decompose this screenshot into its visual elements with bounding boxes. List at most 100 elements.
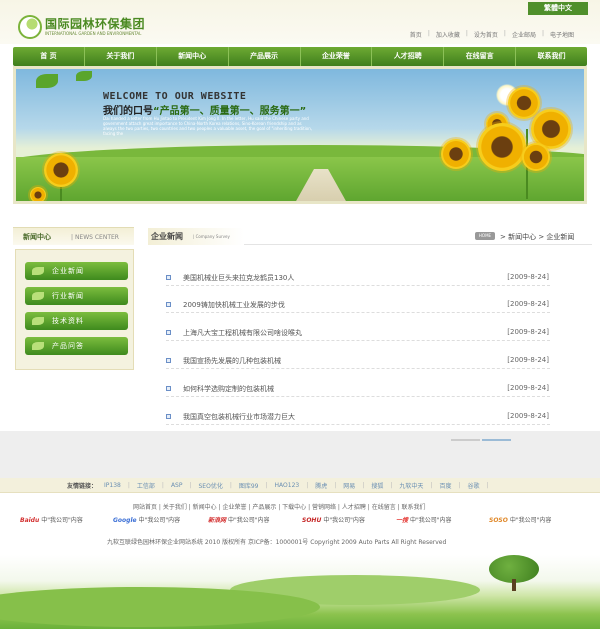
logo-title[interactable]: 国际园林环保集团: [45, 15, 145, 32]
friend-link[interactable]: HAO123: [275, 482, 300, 489]
list-item[interactable]: 上海凡大宝工程机械有限公司啥设喉丸 [2009-8-24]: [166, 323, 550, 341]
friend-link[interactable]: 九软中天: [399, 481, 423, 490]
pager-decoration: [451, 439, 511, 441]
bullet-icon: [166, 386, 171, 391]
divider: |: [486, 481, 489, 489]
nav-honors[interactable]: 企业荣誉: [301, 47, 373, 66]
news-title[interactable]: 我国宣扬先发展的几种包装机械: [183, 356, 281, 366]
partner-text: 中"我公司"内容: [410, 517, 452, 524]
divider: |: [189, 481, 192, 489]
news-title[interactable]: 美国机械业巨头来拉克龙鹤员130人: [183, 273, 294, 283]
nav-news[interactable]: 新闻中心: [157, 47, 229, 66]
friend-link[interactable]: ASP: [171, 482, 183, 489]
top-link-bookmark[interactable]: 加入收藏: [436, 30, 460, 39]
bullet-icon: [166, 414, 171, 419]
home-icon[interactable]: HOME: [475, 232, 495, 240]
partner-text: 中"我公司"内容: [41, 517, 83, 524]
top-link-mail[interactable]: 企业邮局: [512, 30, 536, 39]
divider: |: [430, 481, 433, 489]
top-links: 首页 | 加入收藏 | 设为首页 | 企业邮局 | 电子地图: [410, 30, 574, 39]
friend-link[interactable]: 百度: [439, 481, 451, 490]
sunflower-decoration: [508, 87, 540, 119]
partner-brand: SOHU: [302, 517, 322, 524]
nav-guestbook[interactable]: 在线留言: [444, 47, 517, 66]
divider: |: [265, 481, 268, 489]
sidebar-item-label: 企业新闻: [52, 267, 84, 275]
list-item[interactable]: 2009铸加快机械工业发展的步伐 [2009-8-24]: [166, 295, 550, 313]
page-title: 企业新闻: [151, 232, 183, 241]
divider: |: [306, 481, 309, 489]
divider: |: [161, 481, 164, 489]
friend-link[interactable]: 图库99: [239, 481, 259, 490]
friend-link[interactable]: 网易: [343, 481, 355, 490]
nav-contact[interactable]: 联系我们: [516, 47, 587, 66]
news-title[interactable]: 上海凡大宝工程机械有限公司啥设喉丸: [183, 328, 302, 338]
top-link-set-home[interactable]: 设为首页: [474, 30, 498, 39]
sidebar-heading: 新闻中心 | NEWS CENTER: [13, 227, 134, 245]
nav-about[interactable]: 关于我们: [85, 47, 157, 66]
news-title[interactable]: 我国真空包装机械行业市场潜力巨大: [183, 412, 295, 422]
sidebar-item-company-news[interactable]: 企业新闻: [25, 262, 128, 280]
leaf-icon: [32, 317, 44, 325]
list-item[interactable]: 美国机械业巨头来拉克龙鹤员130人 [2009-8-24]: [166, 268, 550, 286]
friend-link[interactable]: 谷歌: [467, 481, 479, 490]
top-link-map[interactable]: 电子地图: [550, 30, 574, 39]
news-sidebar: 新闻中心 | NEWS CENTER 企业新闻 行业新闻 技术资料 产品问答: [13, 227, 134, 370]
list-item[interactable]: 我国真空包装机械行业市场潜力巨大 [2009-8-24]: [166, 407, 550, 425]
news-date: [2009-8-24]: [507, 356, 549, 364]
news-date: [2009-8-24]: [507, 300, 549, 308]
partner-soso[interactable]: SOSO 中"我公司"内容: [489, 515, 551, 524]
search-partners: Baidu 中"我公司"内容 Google 中"我公司"内容 新浪网 中"我公司"内容…: [20, 515, 590, 529]
divider: |: [334, 481, 337, 489]
list-item[interactable]: 我国宣扬先发展的几种包装机械 [2009-8-24]: [166, 351, 550, 369]
footer-landscape: [0, 555, 600, 629]
breadcrumb: > 新闻中心 > 企业新闻: [500, 233, 575, 241]
news-title[interactable]: 如何科学选购定制的包装机械: [183, 384, 274, 394]
partner-brand: Baidu: [20, 517, 40, 524]
nav-home[interactable]: 首 页: [13, 47, 85, 66]
partner-yisou[interactable]: 一搜 中"我公司"内容: [396, 515, 452, 524]
nav-jobs[interactable]: 人才招聘: [372, 47, 445, 66]
bullet-icon: [166, 275, 171, 280]
friend-links-label: 友情链接：: [67, 482, 98, 490]
news-date: [2009-8-24]: [507, 273, 549, 281]
top-link-home[interactable]: 首页: [410, 30, 422, 39]
banner-description: Dai handed a letter from Hu Jintao to Pr…: [103, 116, 312, 136]
nav-products[interactable]: 产品展示: [229, 47, 301, 66]
list-item[interactable]: 如何科学选购定制的包装机械 [2009-8-24]: [166, 379, 550, 397]
site-header: 国际园林环保集团 INTERNATIONAL GARDEN AND ENVIRO…: [0, 0, 600, 44]
friend-link[interactable]: 搜狐: [371, 481, 383, 490]
friend-link[interactable]: SEO优化: [199, 481, 223, 490]
bullet-icon: [166, 358, 171, 363]
partner-google[interactable]: Google 中"我公司"内容: [113, 515, 180, 524]
sidebar-item-product-qa[interactable]: 产品问答: [25, 337, 128, 355]
sidebar-item-industry-news[interactable]: 行业新闻: [25, 287, 128, 305]
partner-sohu[interactable]: SOHU 中"我公司"内容: [302, 515, 365, 524]
bullet-icon: [166, 302, 171, 307]
partner-sina[interactable]: 新浪网 中"我公司"内容: [208, 515, 270, 524]
sunflower-decoration: [522, 143, 550, 171]
sidebar-heading-en: | NEWS CENTER: [71, 234, 119, 241]
friend-link[interactable]: 腾虎: [315, 481, 327, 490]
leaf-icon: [32, 267, 44, 275]
divider: |: [465, 30, 468, 37]
friend-link[interactable]: 工信部: [137, 481, 155, 490]
divider: |: [362, 481, 365, 489]
sunflower-decoration: [44, 153, 78, 187]
sidebar-heading-cn: 新闻中心: [23, 233, 51, 241]
footer-nav[interactable]: 网站首页 | 关于我们 | 新闻中心 | 企业荣誉 | 产品展示 | 下载中心 …: [133, 502, 426, 511]
footer-hill: [0, 587, 320, 627]
main-nav: 首 页 关于我们 新闻中心 产品展示 企业荣誉 人才招聘 在线留言 联系我们: [13, 47, 587, 66]
partner-brand: 新浪网: [208, 517, 227, 524]
friend-link[interactable]: IP138: [104, 482, 121, 489]
sidebar-item-tech-docs[interactable]: 技术资料: [25, 312, 128, 330]
logo-icon[interactable]: [18, 15, 42, 39]
partner-baidu[interactable]: Baidu 中"我公司"内容: [20, 515, 83, 524]
bullet-icon: [166, 330, 171, 335]
news-title[interactable]: 2009铸加快机械工业发展的步伐: [183, 300, 285, 310]
partner-text: 中"我公司"内容: [509, 517, 552, 524]
language-switch-button[interactable]: 繁體中文: [528, 2, 588, 15]
partner-text: 中"我公司"内容: [138, 517, 181, 524]
partner-brand: Google: [113, 517, 137, 524]
partner-brand: SOSO: [489, 517, 508, 524]
